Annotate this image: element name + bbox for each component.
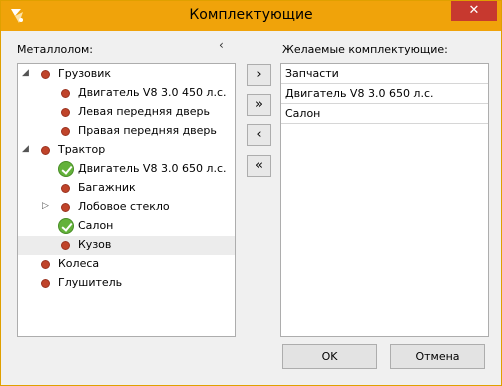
list-item[interactable]: Двигатель V8 3.0 650 л.с. <box>281 84 488 104</box>
tree-item-label: Трактор <box>58 143 106 156</box>
window-title: Комплектующие <box>189 7 313 23</box>
check-icon <box>58 161 74 177</box>
dialog-window: Комплектующие ✕ Металлолом: ‹ Желаемые к… <box>0 0 502 386</box>
list-item-label: Запчасти <box>285 67 339 80</box>
red-dot-icon <box>61 203 70 212</box>
move-right-button[interactable]: › <box>247 64 271 86</box>
list-item-label: Салон <box>285 107 321 120</box>
tree-item[interactable]: Двигатель V8 3.0 650 л.с. <box>18 160 235 179</box>
tree-item[interactable]: Кузов <box>18 236 235 255</box>
list-item-label: Двигатель V8 3.0 650 л.с. <box>285 87 434 100</box>
expanded-arrow-icon[interactable]: ◢ <box>22 68 32 78</box>
red-dot-icon <box>61 89 70 98</box>
tree-item-label: Багажник <box>78 181 136 194</box>
check-icon <box>58 218 74 234</box>
red-dot-icon <box>61 127 70 136</box>
tree-item[interactable]: Колеса <box>18 255 235 274</box>
tree-item-label: Колеса <box>58 257 100 270</box>
move-all-left-button[interactable]: « <box>247 155 271 177</box>
tree-item-label: Салон <box>78 219 114 232</box>
title-bar: Комплектующие ✕ <box>1 1 501 31</box>
scrap-label: Металлолом: <box>17 43 93 56</box>
red-dot-icon <box>61 108 70 117</box>
tree-item[interactable]: Салон <box>18 217 235 236</box>
list-item[interactable]: Запчасти <box>281 64 488 84</box>
red-dot-icon <box>61 184 70 193</box>
red-dot-icon <box>41 70 50 79</box>
move-left-button[interactable]: ‹ <box>247 124 271 146</box>
desired-parts-label: Желаемые комплектующие: <box>282 43 448 56</box>
tree-item-label: Двигатель V8 3.0 450 л.с. <box>78 86 227 99</box>
scrap-tree[interactable]: ◢ Грузовик Двигатель V8 3.0 450 л.с. Левая … <box>17 63 236 337</box>
tree-item-label: Левая передняя дверь <box>78 105 210 118</box>
collapse-arrow-icon[interactable]: ‹ <box>219 38 224 52</box>
desired-parts-list[interactable]: Запчасти Двигатель V8 3.0 650 л.с. Салон <box>280 63 489 337</box>
red-dot-icon <box>41 260 50 269</box>
move-all-right-button[interactable]: » <box>247 94 271 116</box>
ok-button[interactable]: OK <box>282 344 377 369</box>
tree-item[interactable]: Двигатель V8 3.0 450 л.с. <box>18 84 235 103</box>
close-button[interactable]: ✕ <box>451 1 497 21</box>
tree-item-label: Глушитель <box>58 276 123 289</box>
tree-item-label: Грузовик <box>58 67 112 80</box>
tree-item-label: Двигатель V8 3.0 650 л.с. <box>78 162 227 175</box>
cancel-button[interactable]: Отмена <box>390 344 485 369</box>
collapsed-arrow-icon[interactable]: ▷ <box>42 201 52 211</box>
tree-item[interactable]: ◢ Трактор <box>18 141 235 160</box>
red-dot-icon <box>41 279 50 288</box>
tree-item-label: Лобовое стекло <box>78 200 170 213</box>
tree-item[interactable]: Багажник <box>18 179 235 198</box>
red-dot-icon <box>61 241 70 250</box>
tree-item[interactable]: ▷ Лобовое стекло <box>18 198 235 217</box>
tree-item-label: Кузов <box>78 238 112 251</box>
red-dot-icon <box>41 146 50 155</box>
tree-item[interactable]: ◢ Грузовик <box>18 65 235 84</box>
list-item[interactable]: Салон <box>281 104 488 124</box>
tree-item[interactable]: Правая передняя дверь <box>18 122 235 141</box>
tree-item-label: Правая передняя дверь <box>78 124 217 137</box>
expanded-arrow-icon[interactable]: ◢ <box>22 144 32 154</box>
tree-item[interactable]: Глушитель <box>18 274 235 293</box>
tree-item[interactable]: Левая передняя дверь <box>18 103 235 122</box>
